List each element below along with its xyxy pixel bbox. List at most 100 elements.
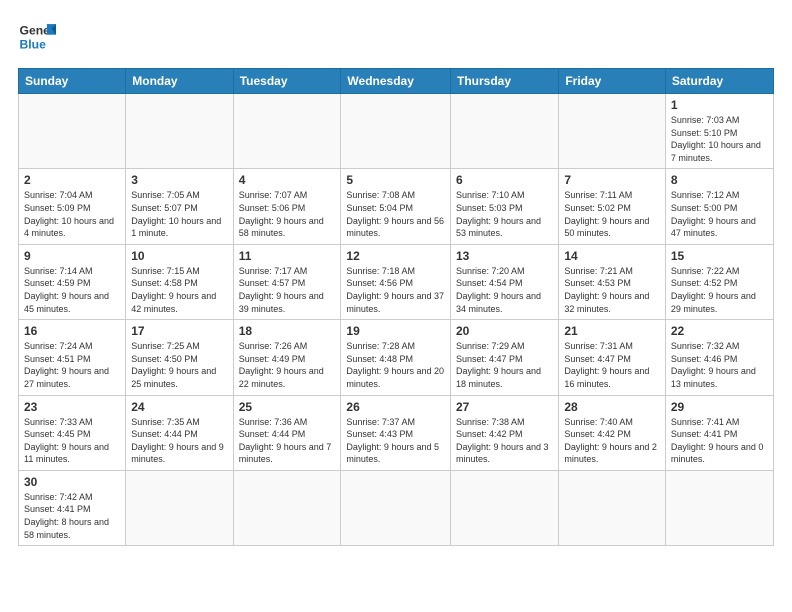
calendar-day-cell [451, 470, 559, 545]
day-info: Sunrise: 7:11 AM Sunset: 5:02 PM Dayligh… [564, 189, 660, 239]
day-info: Sunrise: 7:07 AM Sunset: 5:06 PM Dayligh… [239, 189, 336, 239]
day-info: Sunrise: 7:05 AM Sunset: 5:07 PM Dayligh… [131, 189, 227, 239]
calendar-day-cell [126, 470, 233, 545]
weekday-header-row: SundayMondayTuesdayWednesdayThursdayFrid… [19, 69, 774, 94]
day-number: 6 [456, 173, 553, 187]
day-number: 24 [131, 400, 227, 414]
calendar-day-cell: 27 Sunrise: 7:38 AM Sunset: 4:42 PM Dayli… [451, 395, 559, 470]
day-info: Sunrise: 7:33 AM Sunset: 4:45 PM Dayligh… [24, 416, 120, 466]
calendar-day-cell: 7 Sunrise: 7:11 AM Sunset: 5:02 PM Daylig… [559, 169, 666, 244]
day-number: 30 [24, 475, 120, 489]
calendar-day-cell: 5 Sunrise: 7:08 AM Sunset: 5:04 PM Daylig… [341, 169, 451, 244]
calendar-week-row: 2 Sunrise: 7:04 AM Sunset: 5:09 PM Daylig… [19, 169, 774, 244]
day-info: Sunrise: 7:18 AM Sunset: 4:56 PM Dayligh… [346, 265, 445, 315]
calendar-day-cell: 4 Sunrise: 7:07 AM Sunset: 5:06 PM Daylig… [233, 169, 341, 244]
day-info: Sunrise: 7:36 AM Sunset: 4:44 PM Dayligh… [239, 416, 336, 466]
calendar-day-cell: 14Sunrise: 7:21 AM Sunset: 4:53 PM Dayli… [559, 244, 666, 319]
calendar-day-cell: 17 Sunrise: 7:25 AM Sunset: 4:50 PM Dayli… [126, 320, 233, 395]
calendar-week-row: 30Sunrise: 7:42 AM Sunset: 4:41 PM Dayli… [19, 470, 774, 545]
day-number: 29 [671, 400, 768, 414]
svg-text:Blue: Blue [20, 37, 47, 51]
calendar-day-cell: 10Sunrise: 7:15 AM Sunset: 4:58 PM Dayli… [126, 244, 233, 319]
day-number: 19 [346, 324, 445, 338]
calendar-day-cell: 9Sunrise: 7:14 AM Sunset: 4:59 PM Daylig… [19, 244, 126, 319]
weekday-header-wednesday: Wednesday [341, 69, 451, 94]
day-number: 5 [346, 173, 445, 187]
day-info: Sunrise: 7:24 AM Sunset: 4:51 PM Dayligh… [24, 340, 120, 390]
day-number: 8 [671, 173, 768, 187]
calendar-day-cell: 16 Sunrise: 7:24 AM Sunset: 4:51 PM Dayli… [19, 320, 126, 395]
day-number: 20 [456, 324, 553, 338]
calendar-day-cell [341, 470, 451, 545]
day-number: 21 [564, 324, 660, 338]
logo: General Blue [18, 18, 56, 56]
day-info: Sunrise: 7:31 AM Sunset: 4:47 PM Dayligh… [564, 340, 660, 390]
calendar-day-cell: 15Sunrise: 7:22 AM Sunset: 4:52 PM Dayli… [665, 244, 773, 319]
day-info: Sunrise: 7:22 AM Sunset: 4:52 PM Dayligh… [671, 265, 768, 315]
calendar-day-cell: 12 Sunrise: 7:18 AM Sunset: 4:56 PM Dayli… [341, 244, 451, 319]
calendar-day-cell: 3Sunrise: 7:05 AM Sunset: 5:07 PM Daylig… [126, 169, 233, 244]
day-number: 18 [239, 324, 336, 338]
day-number: 22 [671, 324, 768, 338]
day-number: 25 [239, 400, 336, 414]
calendar-day-cell [665, 470, 773, 545]
day-info: Sunrise: 7:25 AM Sunset: 4:50 PM Dayligh… [131, 340, 227, 390]
header-section: General Blue [18, 18, 774, 56]
day-number: 27 [456, 400, 553, 414]
day-number: 16 [24, 324, 120, 338]
day-info: Sunrise: 7:29 AM Sunset: 4:47 PM Dayligh… [456, 340, 553, 390]
day-number: 1 [671, 98, 768, 112]
day-info: Sunrise: 7:03 AM Sunset: 5:10 PM Dayligh… [671, 114, 768, 164]
calendar-day-cell: 21 Sunrise: 7:31 AM Sunset: 4:47 PM Dayli… [559, 320, 666, 395]
day-number: 11 [239, 249, 336, 263]
calendar-day-cell [559, 94, 666, 169]
calendar-day-cell: 11 Sunrise: 7:17 AM Sunset: 4:57 PM Dayli… [233, 244, 341, 319]
day-info: Sunrise: 7:32 AM Sunset: 4:46 PM Dayligh… [671, 340, 768, 390]
day-number: 7 [564, 173, 660, 187]
day-info: Sunrise: 7:35 AM Sunset: 4:44 PM Dayligh… [131, 416, 227, 466]
calendar-day-cell: 29Sunrise: 7:41 AM Sunset: 4:41 PM Dayli… [665, 395, 773, 470]
calendar-day-cell: 20 Sunrise: 7:29 AM Sunset: 4:47 PM Dayli… [451, 320, 559, 395]
day-number: 14 [564, 249, 660, 263]
day-info: Sunrise: 7:08 AM Sunset: 5:04 PM Dayligh… [346, 189, 445, 239]
day-info: Sunrise: 7:20 AM Sunset: 4:54 PM Dayligh… [456, 265, 553, 315]
day-number: 23 [24, 400, 120, 414]
day-info: Sunrise: 7:10 AM Sunset: 5:03 PM Dayligh… [456, 189, 553, 239]
weekday-header-friday: Friday [559, 69, 666, 94]
day-info: Sunrise: 7:17 AM Sunset: 4:57 PM Dayligh… [239, 265, 336, 315]
calendar-day-cell [233, 94, 341, 169]
day-number: 26 [346, 400, 445, 414]
day-info: Sunrise: 7:40 AM Sunset: 4:42 PM Dayligh… [564, 416, 660, 466]
weekday-header-thursday: Thursday [451, 69, 559, 94]
calendar-day-cell: 19Sunrise: 7:28 AM Sunset: 4:48 PM Dayli… [341, 320, 451, 395]
calendar-week-row: 23 Sunrise: 7:33 AM Sunset: 4:45 PM Dayli… [19, 395, 774, 470]
calendar-day-cell: 23 Sunrise: 7:33 AM Sunset: 4:45 PM Dayli… [19, 395, 126, 470]
day-info: Sunrise: 7:12 AM Sunset: 5:00 PM Dayligh… [671, 189, 768, 239]
calendar-day-cell: 18Sunrise: 7:26 AM Sunset: 4:49 PM Dayli… [233, 320, 341, 395]
day-number: 2 [24, 173, 120, 187]
calendar-day-cell: 1 Sunrise: 7:03 AM Sunset: 5:10 PM Daylig… [665, 94, 773, 169]
calendar-day-cell: 26 Sunrise: 7:37 AM Sunset: 4:43 PM Dayli… [341, 395, 451, 470]
day-number: 10 [131, 249, 227, 263]
day-info: Sunrise: 7:04 AM Sunset: 5:09 PM Dayligh… [24, 189, 120, 239]
day-info: Sunrise: 7:38 AM Sunset: 4:42 PM Dayligh… [456, 416, 553, 466]
calendar-day-cell: 24 Sunrise: 7:35 AM Sunset: 4:44 PM Dayli… [126, 395, 233, 470]
calendar-day-cell: 22 Sunrise: 7:32 AM Sunset: 4:46 PM Dayli… [665, 320, 773, 395]
calendar-week-row: 16 Sunrise: 7:24 AM Sunset: 4:51 PM Dayli… [19, 320, 774, 395]
day-number: 17 [131, 324, 227, 338]
day-info: Sunrise: 7:37 AM Sunset: 4:43 PM Dayligh… [346, 416, 445, 466]
day-number: 4 [239, 173, 336, 187]
calendar-day-cell: 8 Sunrise: 7:12 AM Sunset: 5:00 PM Daylig… [665, 169, 773, 244]
calendar-day-cell [19, 94, 126, 169]
calendar-day-cell [559, 470, 666, 545]
day-number: 12 [346, 249, 445, 263]
calendar-day-cell [126, 94, 233, 169]
day-info: Sunrise: 7:14 AM Sunset: 4:59 PM Dayligh… [24, 265, 120, 315]
page: General Blue SundayMondayTuesdayWednesda… [0, 0, 792, 612]
weekday-header-tuesday: Tuesday [233, 69, 341, 94]
weekday-header-saturday: Saturday [665, 69, 773, 94]
calendar-day-cell: 2 Sunrise: 7:04 AM Sunset: 5:09 PM Daylig… [19, 169, 126, 244]
calendar-day-cell: 13Sunrise: 7:20 AM Sunset: 4:54 PM Dayli… [451, 244, 559, 319]
calendar-day-cell: 28Sunrise: 7:40 AM Sunset: 4:42 PM Dayli… [559, 395, 666, 470]
calendar-day-cell: 6 Sunrise: 7:10 AM Sunset: 5:03 PM Daylig… [451, 169, 559, 244]
